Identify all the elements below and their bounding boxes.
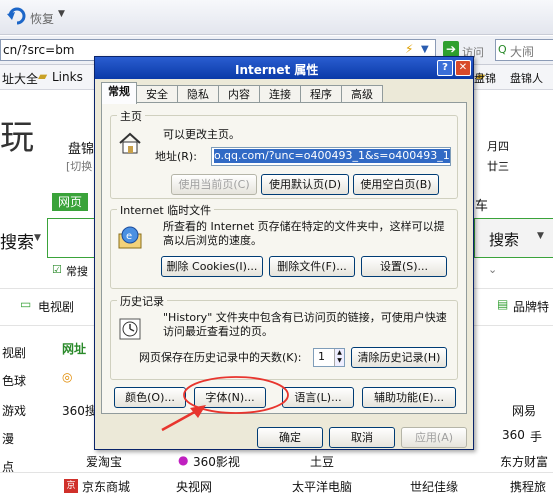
red-annotation-overlay <box>161 376 289 432</box>
tab-general[interactable]: 常规 <box>101 82 137 104</box>
annotation-arrow-head <box>190 405 206 418</box>
